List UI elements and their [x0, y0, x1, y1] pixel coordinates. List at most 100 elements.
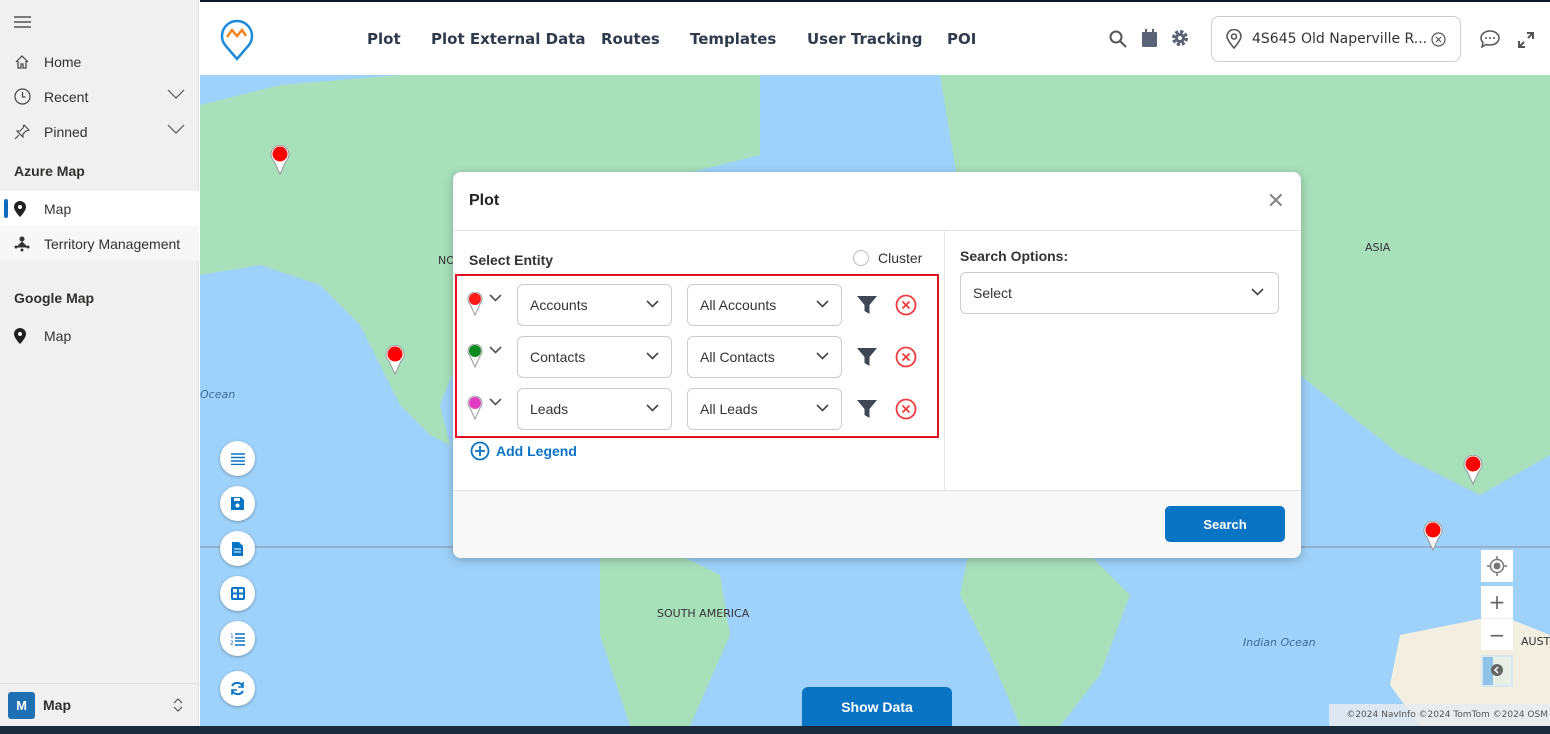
- chevron-down-icon: [1251, 288, 1264, 296]
- map-marker[interactable]: [1423, 521, 1443, 551]
- select-value: Select: [973, 285, 1012, 301]
- remove-icon[interactable]: [895, 294, 917, 316]
- filter-icon[interactable]: [857, 295, 877, 315]
- nav-user-tracking[interactable]: User Tracking: [807, 30, 922, 48]
- divider: [453, 230, 1301, 231]
- select-entity-label: Select Entity: [469, 252, 554, 268]
- sidebar-item-azure-map[interactable]: Map: [0, 191, 199, 226]
- sidebar-item-pinned[interactable]: Pinned: [0, 114, 199, 149]
- refresh-button[interactable]: [220, 671, 255, 706]
- crosshair-icon: [1487, 556, 1507, 576]
- location-icon: [1226, 29, 1242, 49]
- entity-row: Contacts All Contacts: [467, 336, 937, 378]
- nav-routes[interactable]: Routes: [601, 30, 660, 48]
- sidebar-item-recent[interactable]: Recent: [0, 79, 199, 114]
- save-icon: [231, 497, 244, 510]
- nav-templates[interactable]: Templates: [690, 30, 776, 48]
- document-button[interactable]: [220, 531, 255, 566]
- gear-icon[interactable]: [1171, 29, 1189, 47]
- address-value: 4S645 Old Naperville R...: [1252, 31, 1428, 47]
- calendar-icon[interactable]: [1142, 29, 1157, 47]
- chevron-down-icon[interactable]: [167, 123, 185, 135]
- view-value: All Contacts: [700, 349, 775, 365]
- sidebar-item-label: Recent: [44, 88, 89, 105]
- entity-value: Leads: [530, 401, 569, 417]
- numbered-list-icon: 12: [230, 633, 245, 646]
- cluster-radio[interactable]: Cluster: [853, 250, 922, 266]
- logo: [220, 19, 254, 61]
- show-data-button[interactable]: Show Data: [802, 687, 952, 726]
- map-label: AUST: [1521, 635, 1550, 648]
- nav-poi[interactable]: POI: [947, 30, 976, 48]
- dialog-title: Plot: [469, 192, 500, 209]
- chevron-down-icon[interactable]: [489, 346, 502, 354]
- map-marker[interactable]: [1463, 455, 1483, 485]
- entity-value: Contacts: [530, 349, 586, 365]
- app-badge: M: [8, 691, 35, 719]
- list-button[interactable]: [220, 441, 255, 476]
- sidebar-item-territory-management[interactable]: Territory Management: [0, 226, 199, 261]
- zoom-in-button[interactable]: +: [1481, 586, 1513, 618]
- search-icon[interactable]: [1109, 30, 1127, 48]
- table-icon: [230, 587, 245, 600]
- chevron-down-icon[interactable]: [167, 88, 185, 100]
- view-select[interactable]: All Contacts: [687, 336, 842, 378]
- my-location-button[interactable]: [1481, 550, 1513, 582]
- remove-icon[interactable]: [895, 398, 917, 420]
- nav-plot[interactable]: Plot: [367, 30, 401, 48]
- expand-icon[interactable]: [1518, 32, 1534, 48]
- svg-text:2: 2: [230, 640, 234, 646]
- search-options-label: Search Options:: [960, 248, 1069, 264]
- map-attribution: ©2024 NavInfo ©2024 TomTom ©2024 OSM: [1329, 704, 1550, 726]
- sidebar-item-home[interactable]: Home: [0, 44, 199, 79]
- map-marker[interactable]: [385, 345, 405, 375]
- nav-plot-external-data[interactable]: Plot External Data: [431, 30, 586, 48]
- filter-icon[interactable]: [857, 347, 877, 367]
- plus-icon: +: [1488, 590, 1506, 614]
- sidebar-item-label: Map: [44, 200, 72, 217]
- map-label: Indian Ocean: [1243, 636, 1316, 649]
- sidebar-item-label: Map: [44, 327, 72, 344]
- zoom-out-button[interactable]: −: [1481, 618, 1513, 650]
- list-icon: [230, 452, 245, 465]
- view-select[interactable]: All Accounts: [687, 284, 842, 326]
- marker-color-icon[interactable]: [467, 292, 483, 316]
- address-search-field[interactable]: 4S645 Old Naperville R...: [1211, 16, 1461, 62]
- clear-icon[interactable]: [1431, 31, 1446, 47]
- entity-select[interactable]: Contacts: [517, 336, 672, 378]
- refresh-icon: [231, 681, 244, 696]
- marker-color-icon[interactable]: [467, 344, 483, 368]
- filter-icon[interactable]: [857, 399, 877, 419]
- numbered-list-button[interactable]: 12: [220, 621, 255, 656]
- taskbar: [0, 726, 1550, 734]
- chat-icon[interactable]: [1480, 30, 1500, 48]
- table-button[interactable]: [220, 576, 255, 611]
- map-style-button[interactable]: [1481, 655, 1513, 687]
- remove-icon[interactable]: [895, 346, 917, 368]
- sidebar-item-label: Home: [44, 53, 82, 70]
- pin-icon: [0, 123, 44, 140]
- hamburger-icon[interactable]: [14, 16, 31, 28]
- sidebar-item-label: Pinned: [44, 123, 88, 140]
- chevron-down-icon[interactable]: [489, 294, 502, 302]
- view-select[interactable]: All Leads: [687, 388, 842, 430]
- chevron-down-icon[interactable]: [489, 398, 502, 406]
- search-options-select[interactable]: Select: [960, 272, 1279, 314]
- app-switcher[interactable]: M Map: [0, 683, 199, 726]
- map-label: Ocean: [200, 388, 236, 401]
- add-legend-button[interactable]: Add Legend: [470, 441, 577, 461]
- plus-circle-icon: [470, 441, 490, 461]
- close-icon[interactable]: ✕: [1267, 188, 1285, 214]
- map-marker[interactable]: [270, 145, 290, 175]
- sidebar-item-google-map[interactable]: Map: [0, 318, 199, 353]
- section-title: Google Map: [14, 290, 95, 306]
- marker-color-icon[interactable]: [467, 396, 483, 420]
- map-pin-icon: [0, 327, 44, 344]
- save-button[interactable]: [220, 486, 255, 521]
- search-button[interactable]: Search: [1165, 506, 1285, 542]
- entity-select[interactable]: Accounts: [517, 284, 672, 326]
- map-label: SOUTH AMERICA: [657, 607, 750, 620]
- entity-select[interactable]: Leads: [517, 388, 672, 430]
- top-bar: Plot Plot External Data Routes Templates…: [200, 0, 1550, 75]
- svg-text:1: 1: [230, 633, 234, 640]
